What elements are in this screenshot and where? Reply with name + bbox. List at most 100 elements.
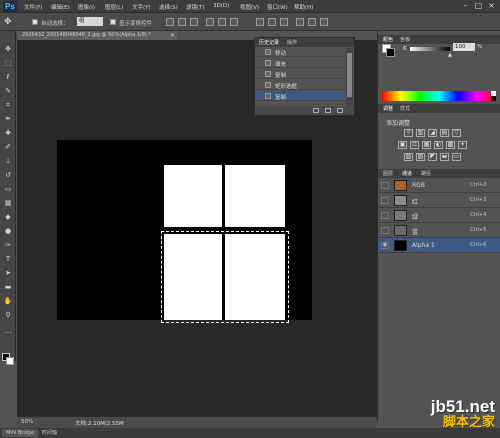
channel-row-green[interactable]: 绿 Ctrl+4 [378, 208, 500, 223]
zoom-icon[interactable]: ⚲ [3, 311, 13, 320]
clone-stamp-icon[interactable]: ⊥ [3, 157, 13, 166]
curves-icon[interactable]: ◢ [428, 129, 437, 137]
snapshot-icon[interactable] [313, 108, 319, 113]
align-left-icon[interactable] [206, 18, 214, 26]
exposure-icon[interactable]: ▤ [440, 129, 449, 137]
hand-icon[interactable]: ✋ [3, 297, 13, 306]
distribute-bottom-icon[interactable] [280, 18, 288, 26]
channel-mixer-icon[interactable]: ▩ [446, 141, 455, 149]
history-item[interactable]: 填充 [255, 58, 347, 68]
color-spectrum-bw[interactable] [491, 91, 496, 101]
color-spectrum[interactable] [382, 91, 496, 101]
camera-icon[interactable] [325, 108, 331, 113]
quick-select-icon[interactable]: ✎ [3, 87, 13, 96]
k-value-field[interactable]: 100 [453, 43, 475, 51]
document-image[interactable] [57, 140, 312, 323]
posterize-icon[interactable]: ▨ [416, 153, 425, 161]
menu-window[interactable]: 窗口(W) [267, 3, 288, 11]
align-hcenter-icon[interactable] [218, 18, 226, 26]
levels-icon[interactable]: ▥ [416, 129, 425, 137]
menu-layer[interactable]: 图层(L) [105, 3, 123, 11]
restore-icon[interactable]: □ [473, 1, 484, 11]
dodge-icon[interactable]: ● [3, 227, 13, 236]
menu-type[interactable]: 文字(Y) [132, 3, 151, 11]
healing-brush-icon[interactable]: ✚ [3, 129, 13, 138]
visibility-toggle[interactable] [381, 197, 389, 204]
crop-icon[interactable]: ⌗ [3, 101, 13, 110]
eyedropper-icon[interactable]: ✒ [3, 115, 13, 124]
history-item[interactable]: 移动 [255, 47, 347, 57]
gradient-icon[interactable]: ▦ [3, 199, 13, 208]
threshold-icon[interactable]: ◤ [428, 153, 437, 161]
minimize-icon[interactable]: – [460, 1, 471, 11]
menu-view[interactable]: 视图(V) [240, 3, 259, 11]
pen-icon[interactable]: ✑ [3, 241, 13, 250]
selective-color-icon[interactable]: ▭ [452, 153, 461, 161]
channel-row-rgb[interactable]: RGB Ctrl+2 [378, 178, 500, 193]
distribute-left-icon[interactable] [296, 18, 304, 26]
menu-help[interactable]: 帮助(H) [294, 3, 313, 11]
align-vcenter-icon[interactable] [178, 18, 186, 26]
menu-file[interactable]: 文件(F) [24, 3, 42, 11]
lasso-icon[interactable]: ℓ [3, 73, 13, 82]
distribute-right-icon[interactable] [320, 18, 328, 26]
tab-history[interactable]: 历史记录 [259, 39, 279, 46]
background-color-swatch[interactable] [6, 357, 14, 365]
trash-icon[interactable] [337, 108, 343, 113]
distribute-hcenter-icon[interactable] [308, 18, 316, 26]
black-white-icon[interactable]: ▦ [422, 141, 431, 149]
k-slider-thumb[interactable]: ▲ [448, 52, 452, 58]
canvas-area[interactable]: 历史记录 操作 移动 填充 复制 矩形选框 复制 [17, 37, 377, 416]
history-brush-icon[interactable]: ↺ [3, 171, 13, 180]
k-slider[interactable] [410, 47, 450, 51]
distribute-top-icon[interactable] [256, 18, 264, 26]
channel-row-red[interactable]: 红 Ctrl+3 [378, 193, 500, 208]
menu-image[interactable]: 图像(I) [78, 3, 95, 11]
tab-mini-bridge[interactable]: Mini Bridge [2, 429, 39, 437]
align-bottom-icon[interactable] [190, 18, 198, 26]
photo-filter-icon[interactable]: ◐ [434, 141, 443, 149]
visibility-toggle[interactable] [381, 227, 389, 234]
document-tab[interactable]: 2926432_200148048048_2.jpg @ 50%(Alpha 1… [18, 31, 178, 40]
move-tool-icon[interactable]: ✥ [4, 17, 12, 27]
visibility-toggle[interactable] [381, 212, 389, 219]
color-lookup-icon[interactable]: ✦ [458, 141, 467, 149]
zoom-level[interactable]: 50% [21, 419, 33, 425]
visibility-toggle[interactable] [381, 182, 389, 189]
vibrance-icon[interactable]: ▽ [452, 129, 461, 137]
close-icon[interactable]: × [486, 1, 497, 11]
brush-icon[interactable]: ✐ [3, 143, 13, 152]
history-item[interactable]: 复制 [255, 69, 347, 79]
path-select-icon[interactable]: ➤ [3, 269, 13, 278]
tab-close-icon[interactable]: × [170, 31, 175, 40]
tab-layers[interactable]: 图层 [383, 170, 393, 177]
auto-select-dropdown[interactable]: 组 [77, 17, 103, 26]
show-transform-checkbox[interactable] [110, 19, 116, 25]
invert-icon[interactable]: ▧ [404, 153, 413, 161]
color-balance-icon[interactable]: ⚖ [410, 141, 419, 149]
tab-adjustments[interactable]: 调整 [383, 105, 393, 112]
tab-swatches[interactable]: 色板 [400, 36, 410, 43]
hue-sat-icon[interactable]: ▣ [398, 141, 407, 149]
eraser-icon[interactable]: ▭ [3, 185, 13, 194]
tab-paths[interactable]: 路径 [421, 170, 431, 177]
tab-timeline[interactable]: 时间轴 [38, 429, 61, 437]
align-right-icon[interactable] [230, 18, 238, 26]
menu-3d[interactable]: 3D(D) [213, 3, 229, 9]
tab-channels[interactable]: 通道 [402, 170, 412, 177]
gradient-map-icon[interactable]: ▬ [440, 153, 449, 161]
tab-styles[interactable]: 样式 [400, 105, 410, 112]
blur-icon[interactable]: ◆ [3, 213, 13, 222]
align-top-icon[interactable] [166, 18, 174, 26]
scrollbar-thumb[interactable] [347, 53, 352, 97]
channel-row-blue[interactable]: 蓝 Ctrl+5 [378, 223, 500, 238]
marquee-icon[interactable]: ⬚ [3, 59, 13, 68]
history-item-active[interactable]: 复制 [255, 91, 347, 101]
eye-icon[interactable]: ◉ [381, 242, 389, 249]
more-tools-icon[interactable]: … [3, 327, 13, 336]
move-icon[interactable]: ✥ [3, 45, 13, 54]
shape-icon[interactable]: ▬ [3, 283, 13, 292]
type-icon[interactable]: T [3, 255, 13, 264]
history-scrollbar[interactable] [346, 48, 353, 106]
history-item[interactable]: 矩形选框 [255, 80, 347, 90]
